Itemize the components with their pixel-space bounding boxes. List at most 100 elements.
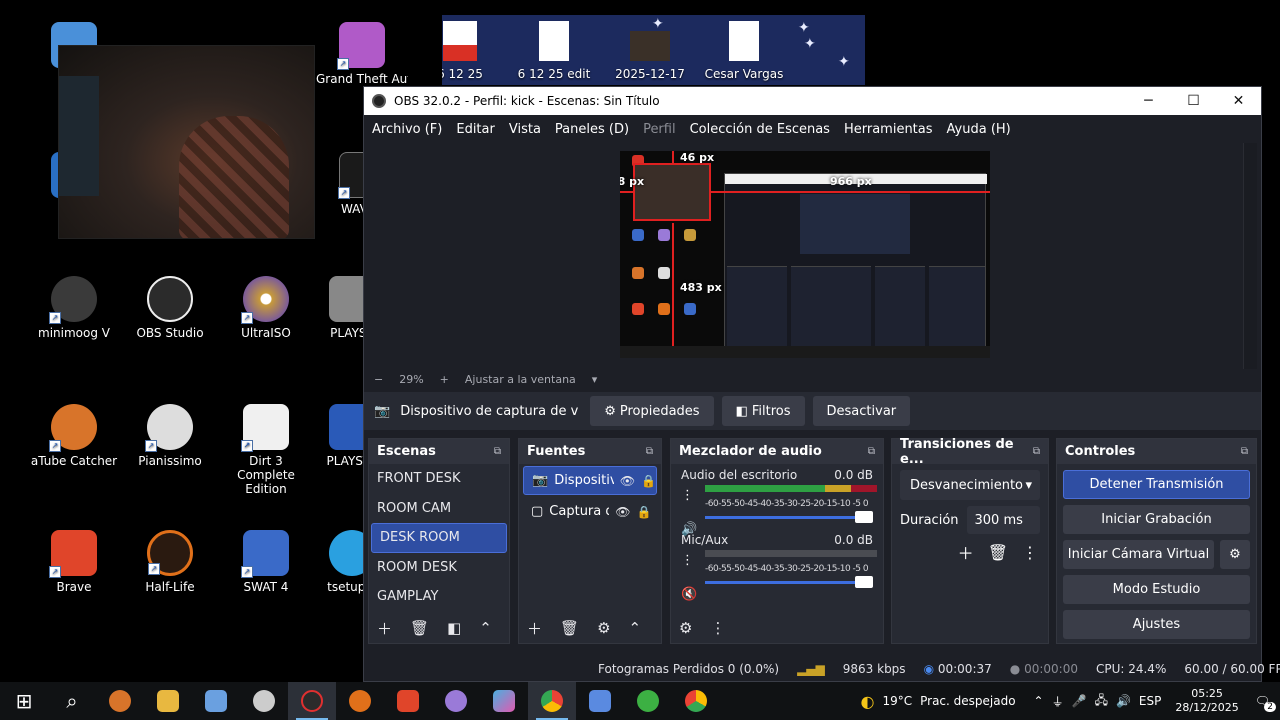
banner-file-3[interactable]: Cesar Vargas - [704, 21, 784, 85]
weather-icon[interactable]: ◐ [860, 692, 874, 711]
desktop-icon-12[interactable]: ↗ Brave [28, 530, 120, 594]
scene-item[interactable]: FRONT DESK [369, 464, 509, 494]
source-item[interactable]: ▢ Captura d 👁 🔒 [523, 497, 657, 526]
chrome-alt-icon[interactable] [672, 682, 720, 720]
settings-button[interactable]: Ajustes [1063, 610, 1250, 639]
desktop-icon-9[interactable]: ↗ Pianissimo [124, 404, 216, 468]
eye-icon[interactable]: 👁 [615, 505, 630, 519]
obs-icon[interactable] [288, 682, 336, 720]
menu-editar[interactable]: Editar [456, 122, 495, 137]
atube-icon[interactable] [96, 682, 144, 720]
undock-icon[interactable]: ⧉ [868, 446, 875, 457]
banner-file-1[interactable]: 6 12 25 edit [514, 21, 594, 81]
chrome-icon[interactable] [528, 682, 576, 720]
close-button[interactable]: ✕ [1216, 93, 1261, 109]
duration-spinbox[interactable]: 300 ms [966, 506, 1040, 534]
lock-icon[interactable]: 🔒 [641, 474, 656, 488]
network-icon[interactable]: 🖧 [1095, 691, 1108, 712]
language-indicator[interactable]: ESP [1139, 694, 1161, 708]
start-virtual-camera-button[interactable]: Iniciar Cámara Virtual [1063, 540, 1214, 569]
copilot-icon[interactable] [480, 682, 528, 720]
calculator-icon[interactable] [576, 682, 624, 720]
trash-icon[interactable]: 🗑 [560, 619, 579, 637]
menu-vista[interactable]: Vista [509, 122, 541, 137]
weather-desc[interactable]: Prac. despejado [920, 694, 1015, 708]
deactivate-button[interactable]: Desactivar [812, 396, 911, 426]
minimoog-icon[interactable] [240, 682, 288, 720]
preview-canvas[interactable]: 46 px 58 px 966 px 483 px [620, 151, 990, 358]
volume-knob[interactable] [855, 511, 873, 523]
lock-icon[interactable]: 🔒 [637, 505, 652, 519]
kebab-menu-icon[interactable]: ⋮ [681, 553, 694, 568]
fit-to-window-select[interactable]: Ajustar a la ventana [465, 373, 576, 386]
banner-file-0[interactable]: 6 12 25 [442, 21, 500, 81]
volume-icon[interactable]: 🔊 [1116, 694, 1131, 708]
search-icon[interactable]: ⌕ [48, 682, 96, 720]
network-app-icon[interactable] [192, 682, 240, 720]
banner-file-2[interactable]: 2025-12-17 [610, 21, 690, 81]
obs-titlebar[interactable]: OBS 32.0.2 - Perfil: kick - Escenas: Sin… [364, 87, 1261, 115]
transition-select[interactable]: Desvanecimiento ▾ [900, 470, 1040, 500]
brave-icon[interactable] [384, 682, 432, 720]
volume-slider[interactable] [705, 509, 873, 525]
scene-item[interactable]: GAMPLAY [369, 582, 509, 612]
weather-temp[interactable]: 19°C [882, 694, 912, 708]
kebab-menu-icon[interactable]: ⋮ [1022, 543, 1038, 562]
properties-button[interactable]: ⚙ Propiedades [590, 396, 714, 426]
muted-speaker-icon[interactable]: 🔇 [681, 587, 697, 602]
gear-icon[interactable]: ⚙ [679, 619, 692, 637]
menu-coleccion-escenas[interactable]: Colección de Escenas [690, 122, 830, 137]
scene-item-selected[interactable]: DESK ROOM [371, 523, 507, 553]
source-item-selected[interactable]: 📷 Dispositiv 👁 🔒 [523, 466, 657, 495]
scene-item[interactable]: ROOM CAM [369, 494, 509, 524]
menu-archivo[interactable]: Archivo (F) [372, 122, 442, 137]
microphone-icon[interactable]: 🎤 [1072, 694, 1087, 708]
undock-icon[interactable]: ⧉ [1241, 446, 1248, 457]
start-recording-button[interactable]: Iniciar Grabación [1063, 505, 1250, 534]
desktop-icon-14[interactable]: ↗ SWAT 4 [220, 530, 312, 594]
studio-mode-button[interactable]: Modo Estudio [1063, 575, 1250, 604]
undock-icon[interactable]: ⧉ [494, 446, 501, 457]
preview-area[interactable]: 46 px 58 px 966 px 483 px [364, 143, 1261, 371]
menu-ayuda[interactable]: Ayuda (H) [947, 122, 1011, 137]
start-icon[interactable]: ⊞ [0, 682, 48, 720]
desktop-icon-10[interactable]: ↗ Dirt 3 Complete Edition [220, 404, 312, 496]
scene-item[interactable]: ROOM DESK [369, 553, 509, 583]
add-transition-icon[interactable]: ＋ [958, 540, 974, 564]
menu-herramientas[interactable]: Herramientas [844, 122, 933, 137]
volume-slider[interactable] [705, 574, 873, 590]
clock[interactable]: 05:25 28/12/2025 [1175, 687, 1238, 715]
scene-filters-icon[interactable]: ◧ [447, 619, 461, 637]
media-app-icon[interactable] [432, 682, 480, 720]
eye-icon[interactable]: 👁 [620, 474, 635, 488]
desktop-icon-1[interactable]: ↗ Grand Theft Auto Vice [316, 22, 408, 86]
menu-paneles[interactable]: Paneles (D) [555, 122, 629, 137]
gear-icon[interactable]: ⚙ [597, 619, 610, 637]
desktop-icon-13[interactable]: ↗ Half-Life [124, 530, 216, 594]
virtual-camera-settings-button[interactable]: ⚙ [1220, 540, 1250, 569]
volume-knob[interactable] [855, 576, 873, 588]
chevron-up-icon[interactable]: ⌃ [479, 619, 492, 637]
chevron-up-icon[interactable]: ⌃ [629, 619, 642, 637]
desktop-icon-8[interactable]: ↗ aTube Catcher [28, 404, 120, 468]
desktop-icon-5[interactable]: OBS Studio [124, 276, 216, 340]
minimize-button[interactable]: ─ [1126, 93, 1171, 109]
preview-vertical-scrollbar[interactable] [1243, 143, 1257, 369]
undock-icon[interactable]: ⧉ [1033, 446, 1040, 457]
add-source-icon[interactable]: ＋ [527, 618, 542, 639]
undock-icon[interactable]: ⧉ [646, 446, 653, 457]
zoom-out-button[interactable]: − [374, 373, 383, 386]
notifications-icon[interactable]: 🗨 2 [1255, 694, 1276, 712]
kebab-menu-icon[interactable]: ⋮ [710, 619, 725, 637]
kebab-menu-icon[interactable]: ⋮ [681, 488, 694, 503]
stop-streaming-button[interactable]: Detener Transmisión [1063, 470, 1250, 499]
desktop-icon-6[interactable]: ↗ UltraISO [220, 276, 312, 340]
trash-icon[interactable]: 🗑 [988, 543, 1008, 562]
add-scene-icon[interactable]: ＋ [377, 618, 392, 639]
trash-icon[interactable]: 🗑 [410, 619, 429, 637]
selected-source-bounds[interactable] [633, 163, 711, 221]
chevron-up-icon[interactable]: ⌃ [1034, 694, 1044, 708]
desktop-icon-4[interactable]: ↗ minimoog V [28, 276, 120, 340]
file-explorer-icon[interactable] [144, 682, 192, 720]
xbox-icon[interactable] [624, 682, 672, 720]
